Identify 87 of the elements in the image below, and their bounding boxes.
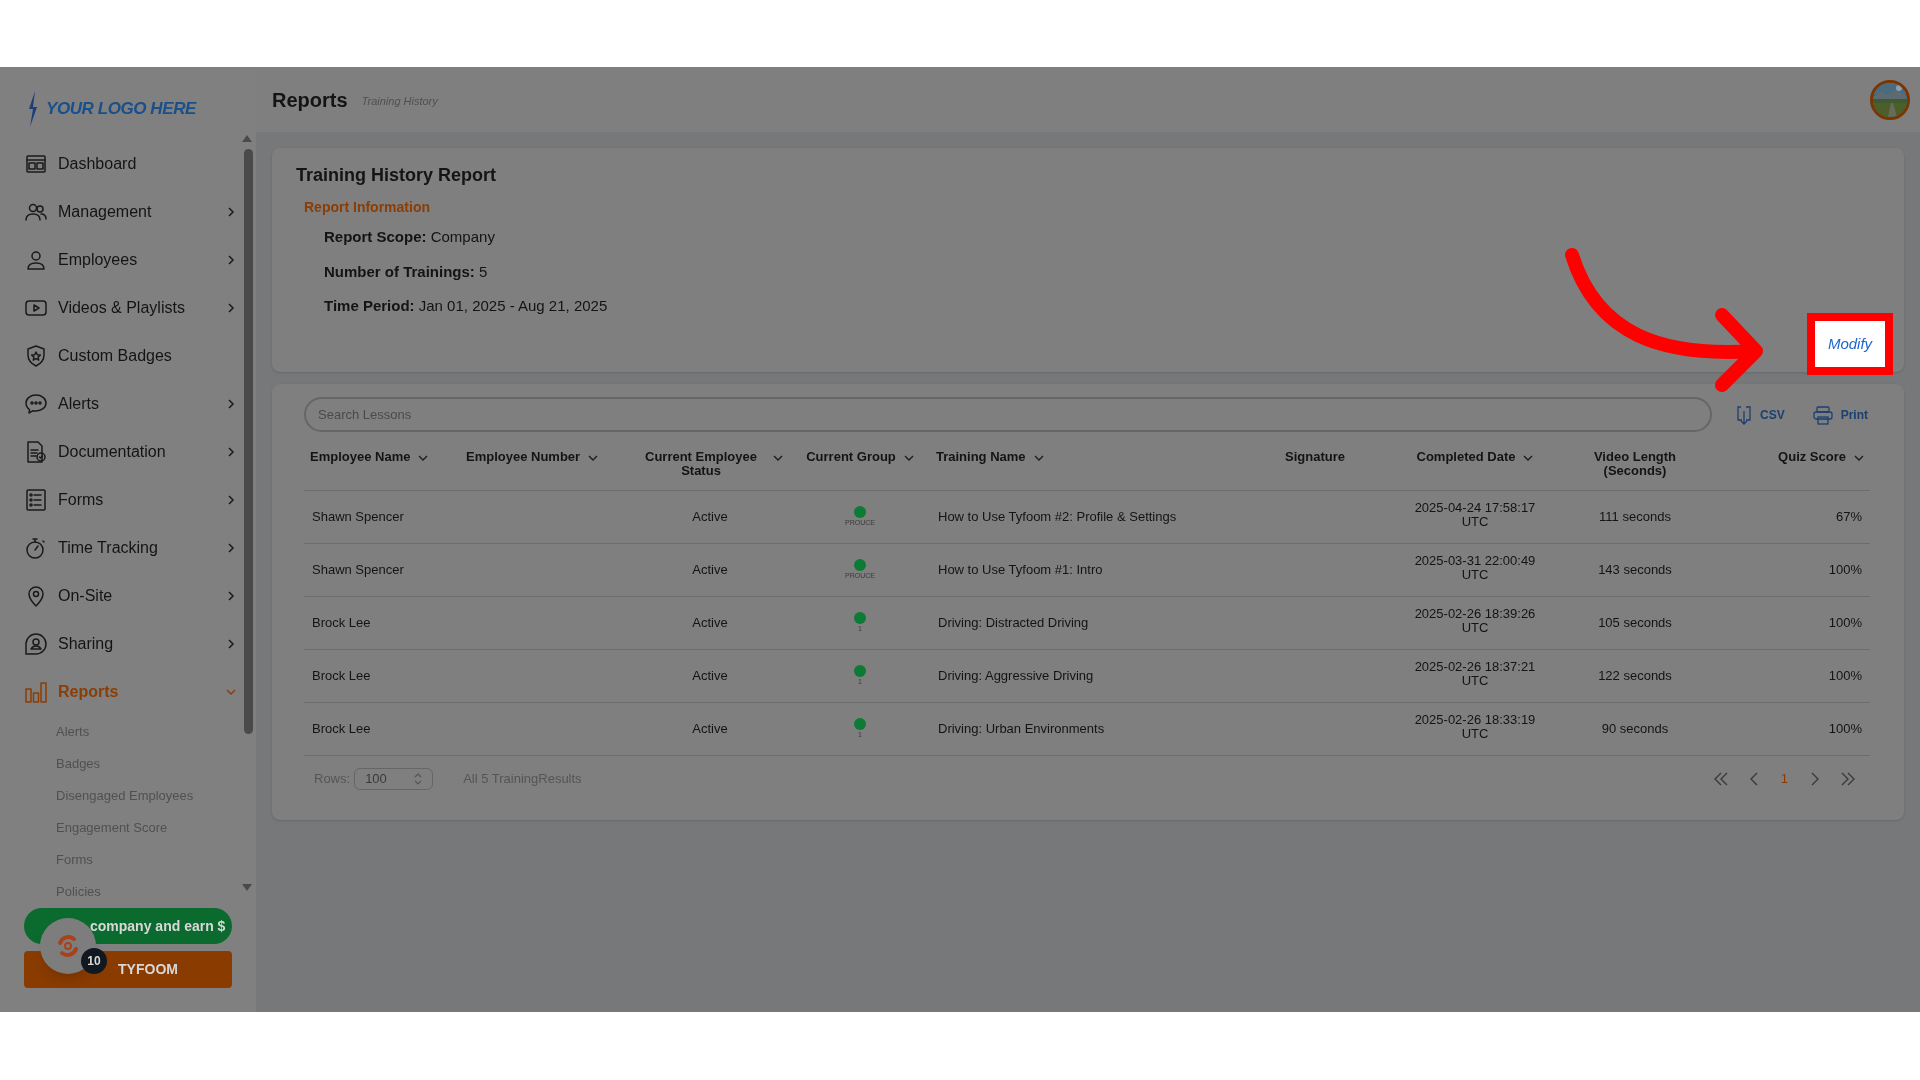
table-cell: Active: [692, 508, 728, 524]
sidebar-item[interactable]: Time Tracking: [24, 524, 236, 572]
sidebar-item[interactable]: Videos & Playlists: [24, 284, 236, 332]
first-page-button[interactable]: [1712, 770, 1729, 787]
column-header[interactable]: Current Group: [806, 450, 914, 464]
table-cell-text: 2025-02-26 18:39:26 UTC: [1413, 607, 1537, 636]
table-cell: 111 seconds: [1599, 508, 1671, 524]
report-field: Number of Trainings: 5: [324, 260, 488, 283]
chart-icon: [24, 680, 48, 704]
scroll-down-icon: [242, 884, 252, 891]
dashboard-icon: [24, 152, 48, 176]
column-header[interactable]: Quiz Score: [1778, 450, 1864, 464]
table-cell: Brock Lee: [312, 667, 371, 683]
sort-icon[interactable]: [418, 453, 429, 463]
page-title: Reports: [272, 87, 348, 113]
document-icon: [24, 440, 48, 464]
table-cell: Driving: Aggressive Driving: [938, 667, 1094, 683]
column-header[interactable]: Completed Date: [1416, 450, 1534, 464]
report-field: Report Scope: Company: [324, 226, 495, 249]
table-cell: Driving: Distracted Driving: [938, 614, 1089, 630]
sort-icon[interactable]: [1033, 453, 1044, 463]
share-icon: [24, 632, 48, 656]
table-cell: Active: [692, 667, 728, 683]
rows-select[interactable]: 100: [354, 767, 434, 790]
sort-icon[interactable]: [1523, 453, 1534, 463]
list-icon: [24, 488, 48, 512]
logo-text: YOUR LOGO HERE: [46, 97, 196, 120]
modify-button[interactable]: Modify: [1815, 321, 1885, 367]
sidebar-item[interactable]: Custom Badges: [24, 332, 236, 380]
chat-icon: [24, 392, 48, 416]
table-cell: Active: [692, 614, 728, 630]
table-cell: Brock Lee: [312, 720, 371, 736]
print-button[interactable]: Print: [1808, 404, 1872, 425]
table-cell: 100%: [1828, 720, 1862, 736]
sort-icon[interactable]: [588, 453, 599, 463]
table-cell-text: 2025-02-26 18:33:19 UTC: [1413, 713, 1537, 742]
table-cell-text: 2025-02-26 18:37:21 UTC: [1413, 660, 1537, 689]
logo-icon: [26, 90, 40, 127]
table-cell: 122 seconds: [1598, 667, 1672, 683]
badge-icon: [24, 344, 48, 368]
sidebar-item[interactable]: Sharing: [24, 620, 236, 668]
table-cell-text: 2025-04-24 17:58:17 UTC: [1413, 501, 1537, 530]
table-cell-text: 2025-03-31 22:00:49 UTC: [1413, 554, 1537, 583]
table-cell: 90 seconds: [1601, 720, 1669, 736]
section-heading: Report Information: [304, 198, 430, 217]
table-cell: 100%: [1828, 667, 1862, 683]
printer-icon: [1812, 404, 1833, 425]
sidebar-item[interactable]: Forms: [24, 476, 236, 524]
sidebar-item[interactable]: Dashboard: [24, 140, 236, 188]
table-cell: Shawn Spencer: [312, 508, 404, 524]
sidebar-item[interactable]: Documentation: [24, 428, 236, 476]
column-header[interactable]: Employee Number: [466, 450, 599, 464]
table-cell: 67%: [1835, 508, 1862, 524]
table-cell: 143 seconds: [1598, 561, 1672, 577]
table-cell: Active: [692, 561, 728, 577]
column-header[interactable]: Employee Name: [310, 450, 429, 464]
table-cell: How to Use Tyfoom #1: Intro: [938, 561, 1103, 577]
sort-icon[interactable]: [1854, 453, 1864, 463]
column-header[interactable]: Video Length (Seconds): [1571, 450, 1699, 478]
column-header[interactable]: Signature: [1285, 450, 1345, 464]
report-field: Time Period: Jan 01, 2025 - Aug 21, 2025: [324, 295, 608, 318]
stopwatch-icon: [24, 536, 48, 560]
table-cell: Active: [692, 720, 728, 736]
sidebar-item[interactable]: Management: [24, 188, 236, 236]
table-cell: Shawn Spencer: [312, 561, 404, 577]
table-cell: 100%: [1828, 614, 1862, 630]
table-cell: 105 seconds: [1598, 614, 1672, 630]
table-cell: Brock Lee: [312, 614, 371, 630]
report-title: Training History Report: [296, 164, 498, 187]
person-icon: [24, 248, 48, 272]
sort-icon[interactable]: [773, 453, 783, 463]
column-header[interactable]: Current Employee Status: [637, 450, 783, 478]
column-header[interactable]: Training Name: [936, 450, 1044, 464]
download-icon: [1735, 404, 1752, 425]
table-cell: How to Use Tyfoom #2: Profile & Settings: [938, 508, 1177, 524]
sidebar-item[interactable]: Employees: [24, 236, 236, 284]
sidebar-item[interactable]: On-Site: [24, 572, 236, 620]
table-cell: 100%: [1828, 561, 1862, 577]
scrollbar-thumb[interactable]: [244, 149, 253, 734]
swirl-icon: [55, 933, 81, 959]
table-cell: Driving: Urban Environments: [938, 720, 1105, 736]
scroll-up-icon: [242, 135, 252, 142]
sort-icon[interactable]: [903, 453, 914, 463]
sidebar-item[interactable]: Alerts: [24, 380, 236, 428]
updown-icon: [414, 772, 423, 785]
last-page-button[interactable]: [1840, 770, 1856, 787]
download-button[interactable]: CSV: [1731, 404, 1789, 425]
